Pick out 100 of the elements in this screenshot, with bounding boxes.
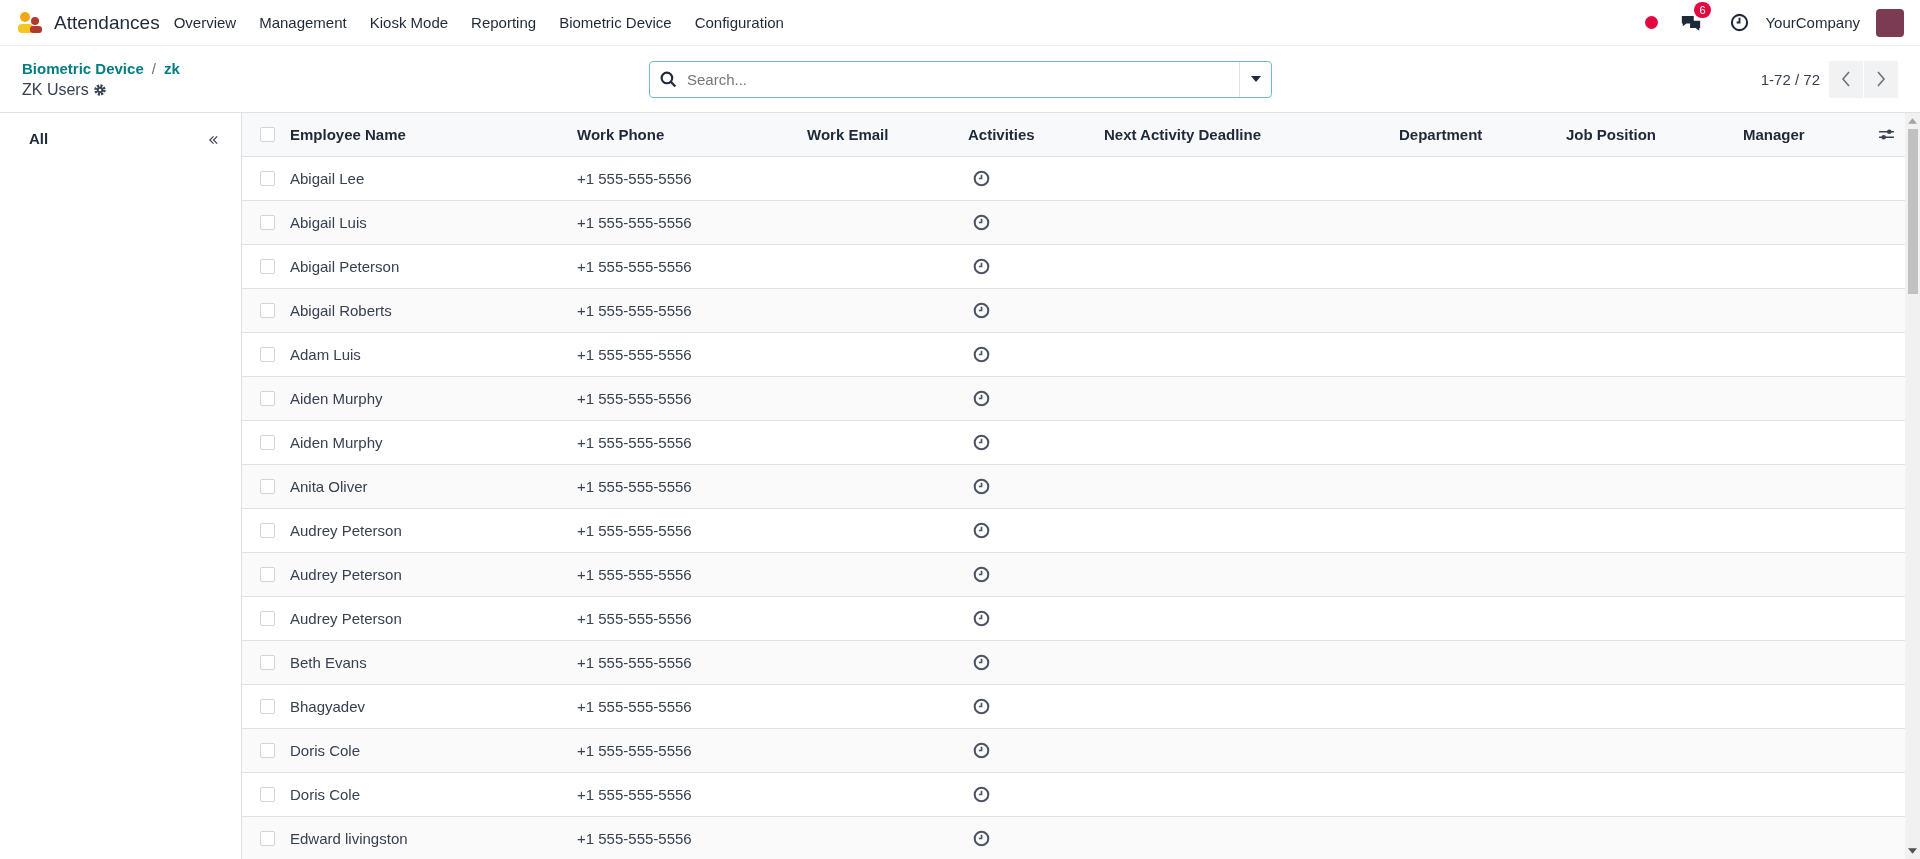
menu-item[interactable]: Kiosk Mode <box>369 14 449 31</box>
row-checkbox[interactable] <box>260 479 275 494</box>
table-cell-text: +1 555-555-5556 <box>577 566 693 583</box>
clock-icon[interactable] <box>973 434 990 451</box>
table-cell-text: +1 555-555-5556 <box>577 302 693 319</box>
clock-icon[interactable] <box>1730 13 1750 32</box>
table-cell-text: Adam Luis <box>290 346 362 363</box>
row-checkbox[interactable] <box>260 259 275 274</box>
table-cell-text: +1 555-555-5556 <box>577 786 693 803</box>
collapse-icon[interactable] <box>208 135 219 145</box>
column-header[interactable]: Next Activity Deadline <box>1104 126 1399 143</box>
table-cell-text: +1 555-555-5556 <box>577 698 693 715</box>
table-cell-text: Audrey Peterson <box>290 610 403 627</box>
table-cell-text: +1 555-555-5556 <box>577 434 693 451</box>
search-icon <box>660 70 677 88</box>
clock-icon[interactable] <box>973 478 990 495</box>
menu-item[interactable]: Biometric Device <box>559 14 672 31</box>
table-cell-text: Beth Evans <box>290 654 368 671</box>
row-checkbox[interactable] <box>260 171 275 186</box>
menu-item[interactable]: Reporting <box>471 14 537 31</box>
status-dot-icon[interactable] <box>1645 16 1659 29</box>
clock-icon[interactable] <box>973 302 990 319</box>
row-checkbox[interactable] <box>260 303 275 318</box>
menu-item[interactable]: Management <box>259 14 347 31</box>
breadcrumb-link[interactable]: Biometric Device <box>22 59 144 77</box>
table-cell-text: +1 555-555-5556 <box>577 742 693 759</box>
messages-icon[interactable] <box>1680 13 1703 32</box>
notification-badge: 6 <box>1694 2 1711 18</box>
clock-icon[interactable] <box>973 522 990 539</box>
column-header[interactable]: Work Phone <box>577 126 807 143</box>
user-avatar[interactable] <box>1876 8 1904 37</box>
clock-icon[interactable] <box>973 830 990 847</box>
clock-icon[interactable] <box>973 390 990 407</box>
clock-icon[interactable] <box>973 258 990 275</box>
clock-icon[interactable] <box>973 214 990 231</box>
breadcrumb-separator: / <box>151 59 156 77</box>
scrollbar-thumb[interactable] <box>1907 129 1918 294</box>
table-cell-text: +1 555-555-5556 <box>577 610 693 627</box>
clock-icon[interactable] <box>973 654 990 671</box>
row-checkbox[interactable] <box>260 523 275 538</box>
table-cell-text: +1 555-555-5556 <box>577 830 693 847</box>
clock-icon[interactable] <box>973 346 990 363</box>
search-input[interactable]: Search... <box>685 69 1239 89</box>
row-checkbox[interactable] <box>260 215 275 230</box>
menu-item[interactable]: Configuration <box>694 14 784 31</box>
table-cell-text: +1 555-555-5556 <box>577 170 693 187</box>
app-name[interactable]: Attendances <box>54 11 160 34</box>
row-checkbox[interactable] <box>260 743 275 758</box>
table-cell-text: Doris Cole <box>290 786 362 803</box>
table-cell-text: +1 555-555-5556 <box>577 478 693 495</box>
clock-icon[interactable] <box>973 610 990 627</box>
table-cell-text: Abigail Luis <box>290 214 368 231</box>
search-field[interactable]: Search... <box>649 60 1272 98</box>
column-header[interactable]: Job Position <box>1566 126 1743 143</box>
pager-value[interactable]: 1-72 / 72 <box>1760 70 1820 88</box>
row-checkbox[interactable] <box>260 611 275 626</box>
table-cell-text: Abigail Peterson <box>290 258 401 275</box>
column-settings-icon[interactable] <box>1878 128 1895 141</box>
column-header[interactable]: Manager <box>1743 126 1873 143</box>
column-header[interactable]: Activities <box>968 126 1104 143</box>
app-logo-icon[interactable] <box>16 10 44 35</box>
row-checkbox[interactable] <box>260 391 275 406</box>
table-cell-text: +1 555-555-5556 <box>577 390 693 407</box>
row-checkbox[interactable] <box>260 655 275 670</box>
row-checkbox[interactable] <box>260 435 275 450</box>
table-cell-text: Audrey Peterson <box>290 566 403 583</box>
caret-icon <box>1250 76 1261 82</box>
company-switcher[interactable]: YourCompany <box>1765 14 1860 31</box>
row-checkbox[interactable] <box>260 567 275 582</box>
column-header[interactable]: Department <box>1399 126 1566 143</box>
row-checkbox[interactable] <box>260 347 275 362</box>
column-header[interactable]: Employee Name <box>290 126 577 143</box>
scroll-down-arrow-icon[interactable] <box>1908 848 1917 854</box>
table-cell-text: Abigail Lee <box>290 170 366 187</box>
sidebar-item[interactable]: All <box>29 130 49 147</box>
menu-item[interactable]: Overview <box>173 14 237 31</box>
clock-icon[interactable] <box>973 170 990 187</box>
chevron-left-icon <box>1841 71 1851 87</box>
clock-icon[interactable] <box>973 742 990 759</box>
table-cell-text: Doris Cole <box>290 742 362 759</box>
settings-icon[interactable] <box>92 82 107 97</box>
table-cell-text: Aiden Murphy <box>290 390 384 407</box>
clock-icon[interactable] <box>973 566 990 583</box>
table-cell-text: Anita Oliver <box>290 478 369 495</box>
table-cell-text: Edward livingston <box>290 830 409 847</box>
row-checkbox[interactable] <box>260 699 275 714</box>
row-checkbox[interactable] <box>260 787 275 802</box>
table-cell-text: Audrey Peterson <box>290 522 403 539</box>
clock-icon[interactable] <box>973 786 990 803</box>
row-checkbox[interactable] <box>260 831 275 846</box>
column-header[interactable]: Work Email <box>807 126 968 143</box>
select-all-checkbox[interactable] <box>260 127 275 142</box>
clock-icon[interactable] <box>973 698 990 715</box>
table-cell-text: +1 555-555-5556 <box>577 346 693 363</box>
table-cell-text: +1 555-555-5556 <box>577 522 693 539</box>
table-cell-text: +1 555-555-5556 <box>577 214 693 231</box>
table-cell-text: +1 555-555-5556 <box>577 654 693 671</box>
breadcrumb-link[interactable]: zk <box>163 59 180 77</box>
table-cell-text: +1 555-555-5556 <box>577 258 693 275</box>
chevron-right-icon <box>1876 71 1886 87</box>
